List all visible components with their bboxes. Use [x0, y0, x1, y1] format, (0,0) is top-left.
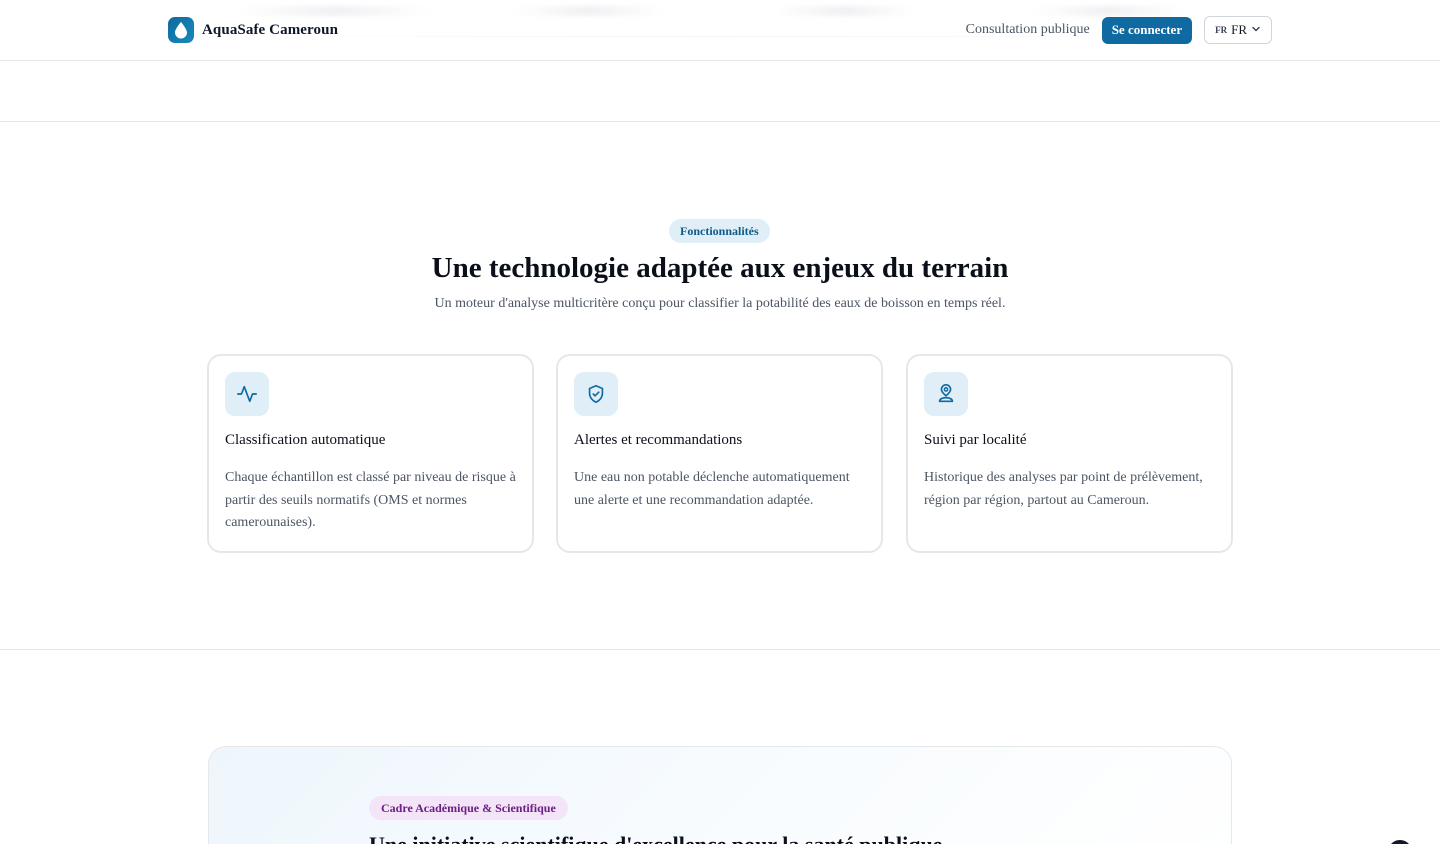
nav-actions: Consultation publique Se connecter FR FR [966, 16, 1272, 44]
ghost-text [515, 6, 665, 16]
feature-card-locality: Suivi par localité Historique des analys… [906, 354, 1233, 553]
ghost-text [240, 6, 430, 16]
feature-card-classification: Classification automatique Chaque échant… [207, 354, 534, 553]
feature-card-title: Alertes et recommandations [574, 432, 743, 448]
brand-name: AquaSafe Cameroun [202, 21, 339, 38]
language-selector[interactable]: FR FR [1204, 16, 1272, 44]
academic-panel [208, 746, 1232, 844]
user-pin-icon [924, 372, 968, 416]
ghost-text [1035, 6, 1185, 16]
feature-card-text: Historique des analyses par point de pré… [924, 470, 1203, 508]
features-badge: Fonctionnalités [669, 219, 770, 243]
academic-title: Une initiative scientifique d'excellence… [369, 832, 942, 844]
academic-badge: Cadre Académique & Scientifique [369, 796, 568, 820]
activity-icon [225, 372, 269, 416]
top-navbar: AquaSafe Cameroun Consultation publique … [0, 0, 1440, 61]
login-button[interactable]: Se connecter [1101, 16, 1193, 44]
section-divider [0, 649, 1440, 650]
language-label: FR [1231, 22, 1247, 37]
ghost-text [775, 6, 915, 16]
features-title: Une technologie adaptée aux enjeux du te… [431, 252, 1009, 284]
brand[interactable]: AquaSafe Cameroun [168, 17, 338, 43]
water-drop-icon [168, 17, 194, 43]
features-subtitle: Un moteur d'analyse multicritère conçu p… [434, 296, 1006, 311]
feature-card-text: Une eau non potable déclenche automatiqu… [574, 470, 850, 508]
section-divider [0, 121, 1440, 122]
feature-card-title: Classification automatique [225, 432, 386, 448]
floating-action-button[interactable] [1388, 840, 1412, 844]
public-consultation-link[interactable]: Consultation publique [966, 22, 1090, 38]
shield-check-icon [574, 372, 618, 416]
feature-card-alerts: Alertes et recommandations Une eau non p… [556, 354, 883, 553]
chevron-down-icon [1251, 21, 1261, 39]
language-flag-code: FR [1215, 25, 1228, 35]
feature-card-text: Chaque échantillon est classé par niveau… [225, 470, 516, 530]
feature-card-title: Suivi par localité [924, 432, 1027, 448]
